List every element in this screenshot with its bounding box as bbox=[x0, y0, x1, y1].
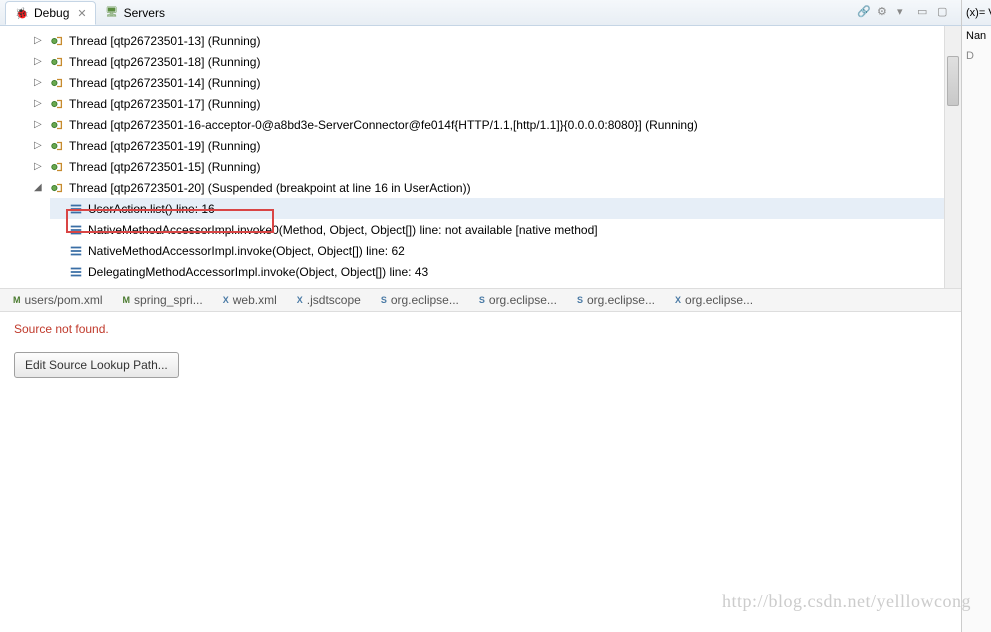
variables-tab[interactable]: (x)= V bbox=[962, 0, 991, 26]
editor-tab-label: org.eclipse... bbox=[685, 293, 753, 307]
thread-item[interactable]: ◢Thread [qtp26723501-20] (Suspended (bre… bbox=[50, 177, 961, 198]
thread-item[interactable]: ▷Thread [qtp26723501-19] (Running) bbox=[50, 135, 961, 156]
stack-frame-item[interactable]: NativeMethodAccessorImpl.invoke0(Method,… bbox=[50, 219, 961, 240]
thread-icon bbox=[49, 180, 65, 196]
thread-icon bbox=[49, 96, 65, 112]
chevron-right-icon[interactable]: ▷ bbox=[34, 140, 45, 151]
file-icon bbox=[123, 295, 131, 306]
chevron-right-icon[interactable]: ▷ bbox=[34, 35, 45, 46]
file-icon bbox=[479, 295, 485, 306]
editor-tab-label: org.eclipse... bbox=[391, 293, 459, 307]
editor-content: Source not found. Edit Source Lookup Pat… bbox=[0, 312, 961, 388]
stack-frame-icon bbox=[68, 222, 84, 238]
thread-item[interactable]: ▷Thread [qtp26723501-14] (Running) bbox=[50, 72, 961, 93]
file-icon bbox=[297, 295, 303, 306]
tab-debug[interactable]: Debug ✕ bbox=[5, 1, 96, 25]
tree-item-label: NativeMethodAccessorImpl.invoke0(Method,… bbox=[88, 223, 598, 237]
thread-icon bbox=[49, 75, 65, 91]
stack-frame-icon bbox=[68, 201, 84, 217]
tree-item-label: Thread [qtp26723501-14] (Running) bbox=[69, 76, 260, 90]
tree-item-label: UserAction.list() line: 16 bbox=[88, 202, 215, 216]
editor-tab[interactable]: org.eclipse... bbox=[569, 291, 663, 309]
editor-tab[interactable]: spring_spri... bbox=[115, 291, 211, 309]
menu-dropdown-icon[interactable]: ▾ bbox=[897, 5, 913, 21]
thread-icon bbox=[49, 138, 65, 154]
toolbar: 🔗 ⚙ ▾ ▭ ▢ bbox=[857, 5, 961, 21]
thread-item[interactable]: ▷Thread [qtp26723501-13] (Running) bbox=[50, 30, 961, 51]
stack-frame-item[interactable]: UserAction.list() line: 16 bbox=[50, 198, 961, 219]
editor-tab-label: web.xml bbox=[233, 293, 277, 307]
file-icon bbox=[13, 295, 21, 306]
chevron-right-icon[interactable]: ▷ bbox=[34, 56, 45, 67]
tree-item-label: Thread [qtp26723501-13] (Running) bbox=[69, 34, 260, 48]
editor-tab-label: org.eclipse... bbox=[489, 293, 557, 307]
maximize-icon[interactable]: ▢ bbox=[937, 5, 953, 21]
edit-source-lookup-button[interactable]: Edit Source Lookup Path... bbox=[14, 352, 179, 378]
chevron-down-icon[interactable]: ◢ bbox=[34, 182, 45, 193]
file-icon bbox=[577, 295, 583, 306]
debug-icon bbox=[14, 5, 30, 21]
chevron-right-icon[interactable]: ▷ bbox=[34, 119, 45, 130]
scrollbar-thumb[interactable] bbox=[947, 56, 959, 106]
minimize-icon[interactable]: ▭ bbox=[917, 5, 933, 21]
tree-item-label: NativeMethodAccessorImpl.invoke(Object, … bbox=[88, 244, 405, 258]
thread-item[interactable]: ▷Thread [qtp26723501-18] (Running) bbox=[50, 51, 961, 72]
stack-frame-icon bbox=[68, 243, 84, 259]
file-icon bbox=[381, 295, 387, 306]
tree-item-label: Thread [qtp26723501-16-acceptor-0@a8bd3e… bbox=[69, 118, 698, 132]
tree-item-label: DelegatingMethodAccessorImpl.invoke(Obje… bbox=[88, 265, 428, 279]
servers-icon bbox=[104, 5, 120, 21]
chevron-right-icon[interactable]: ▷ bbox=[34, 161, 45, 172]
editor-tab-label: org.eclipse... bbox=[587, 293, 655, 307]
source-not-found-error: Source not found. bbox=[14, 322, 947, 336]
thread-icon bbox=[49, 33, 65, 49]
editor-tab[interactable]: org.eclipse... bbox=[667, 291, 761, 309]
col-subheader: D bbox=[962, 46, 991, 66]
editor-tab-label: spring_spri... bbox=[134, 293, 203, 307]
tab-servers[interactable]: Servers bbox=[96, 2, 173, 24]
editor-tab[interactable]: .jsdtscope bbox=[289, 291, 369, 309]
editor-tab-bar: users/pom.xml spring_spri... web.xml .jsdts… bbox=[0, 288, 961, 312]
view-tab-bar: Debug ✕ Servers 🔗 ⚙ ▾ ▭ ▢ bbox=[0, 0, 961, 26]
right-panel: (x)= V Nan D bbox=[961, 0, 991, 632]
thread-item[interactable]: ▷Thread [qtp26723501-16-acceptor-0@a8bd3… bbox=[50, 114, 961, 135]
close-icon[interactable]: ✕ bbox=[77, 7, 86, 20]
file-icon bbox=[675, 295, 681, 306]
tree-item-label: Thread [qtp26723501-17] (Running) bbox=[69, 97, 260, 111]
link-icon[interactable]: 🔗 bbox=[857, 5, 873, 21]
editor-tab-label: .jsdtscope bbox=[307, 293, 361, 307]
scrollbar[interactable] bbox=[944, 26, 961, 288]
tab-label: Servers bbox=[124, 6, 165, 20]
thread-item[interactable]: ▷Thread [qtp26723501-15] (Running) bbox=[50, 156, 961, 177]
tree-item-label: Thread [qtp26723501-19] (Running) bbox=[69, 139, 260, 153]
editor-tab[interactable]: org.eclipse... bbox=[373, 291, 467, 309]
watermark: http://blog.csdn.net/yelllowcong bbox=[722, 591, 971, 612]
tree-item-label: Thread [qtp26723501-15] (Running) bbox=[69, 160, 260, 174]
file-icon bbox=[223, 295, 229, 306]
col-header: Nan bbox=[962, 26, 991, 46]
debug-tree-panel: ▷Thread [qtp26723501-13] (Running)▷Threa… bbox=[0, 26, 961, 288]
chevron-right-icon[interactable]: ▷ bbox=[34, 77, 45, 88]
thread-icon bbox=[49, 159, 65, 175]
tree-item-label: Thread [qtp26723501-18] (Running) bbox=[69, 55, 260, 69]
chevron-right-icon[interactable]: ▷ bbox=[34, 98, 45, 109]
gear-icon[interactable]: ⚙ bbox=[877, 5, 893, 21]
stack-frame-item[interactable]: NativeMethodAccessorImpl.invoke(Object, … bbox=[50, 240, 961, 261]
stack-frame-item[interactable]: DelegatingMethodAccessorImpl.invoke(Obje… bbox=[50, 261, 961, 282]
thread-icon bbox=[49, 54, 65, 70]
editor-tab[interactable]: org.eclipse... bbox=[471, 291, 565, 309]
editor-tab-label: users/pom.xml bbox=[25, 293, 103, 307]
tree-item-label: Thread [qtp26723501-20] (Suspended (brea… bbox=[69, 181, 471, 195]
thread-item[interactable]: ▷Thread [qtp26723501-17] (Running) bbox=[50, 93, 961, 114]
stack-frame-icon bbox=[68, 264, 84, 280]
editor-tab[interactable]: web.xml bbox=[215, 291, 285, 309]
editor-tab[interactable]: users/pom.xml bbox=[5, 291, 111, 309]
tab-label: Debug bbox=[34, 6, 69, 20]
thread-icon bbox=[49, 117, 65, 133]
